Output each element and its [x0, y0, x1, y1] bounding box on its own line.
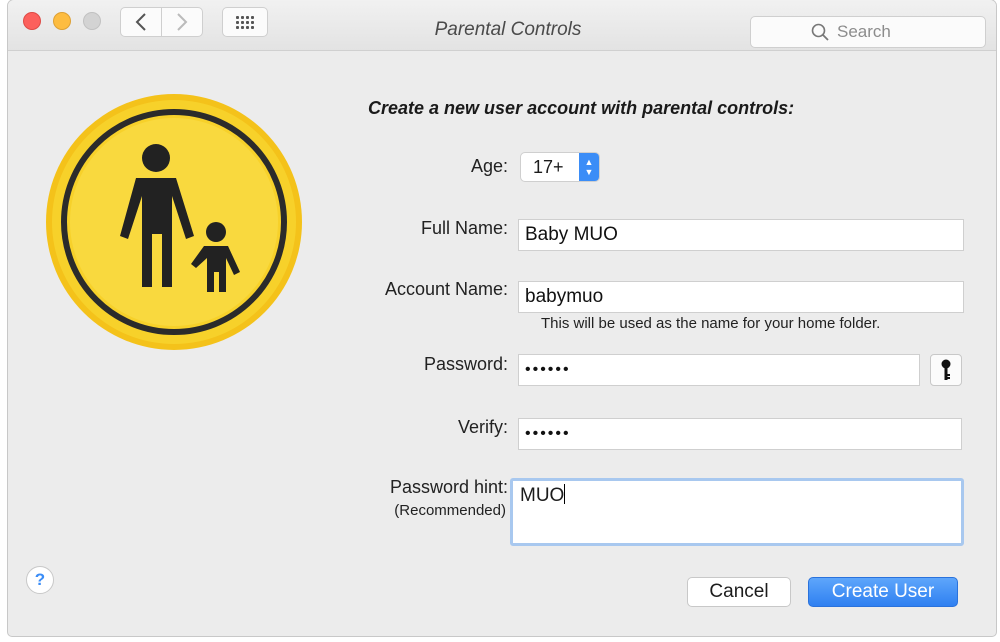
text-caret [564, 484, 566, 504]
window-title: Parental Controls [434, 19, 582, 40]
forward-button[interactable] [161, 7, 203, 37]
account-name-label: Account Name: [384, 279, 508, 299]
form-heading: Create a new user account with parental … [368, 98, 795, 118]
search-icon [811, 23, 829, 41]
create-user-button[interactable]: Create User [808, 577, 958, 607]
cancel-button[interactable]: Cancel [687, 577, 791, 607]
password-assistant-button[interactable] [930, 354, 962, 386]
password-hint-sublabel: (Recommended) [394, 502, 506, 519]
search-field[interactable]: Search [750, 16, 986, 48]
help-button[interactable]: ? [26, 566, 54, 594]
verify-field[interactable]: •••••• [518, 418, 962, 450]
age-value: 17+ [533, 156, 564, 177]
chevron-right-icon [177, 13, 188, 31]
minimize-window-button[interactable] [53, 12, 71, 30]
zoom-window-button[interactable] [83, 12, 101, 30]
close-window-button[interactable] [23, 12, 41, 30]
full-name-label: Full Name: [420, 218, 508, 238]
full-name-field[interactable]: Baby MUO [518, 219, 964, 251]
password-hint-value: MUO [520, 485, 565, 506]
password-field[interactable]: •••••• [518, 354, 920, 386]
age-select[interactable]: 17+ ▲ ▼ [520, 152, 600, 182]
password-hint-label: Password hint: [389, 477, 508, 497]
password-hint-field[interactable]: MUO [510, 478, 964, 546]
stepper-arrows-icon[interactable]: ▲ ▼ [579, 153, 599, 181]
chevron-left-icon [135, 13, 146, 31]
password-label: Password: [423, 354, 508, 374]
account-name-field[interactable]: babymuo [518, 281, 964, 313]
age-label: Age: [470, 156, 508, 176]
parental-controls-window: Parental Controls Search Create a new us… [8, 0, 996, 636]
back-button[interactable] [120, 7, 162, 37]
search-placeholder: Search [837, 22, 891, 41]
key-icon [941, 359, 951, 380]
grid-icon [236, 15, 254, 29]
show-all-button[interactable] [222, 7, 268, 37]
verify-label: Verify: [457, 417, 508, 437]
parental-controls-icon [46, 94, 302, 350]
account-name-note: This will be used as the name for your h… [541, 315, 881, 332]
title-bar: Parental Controls Search [8, 0, 996, 51]
